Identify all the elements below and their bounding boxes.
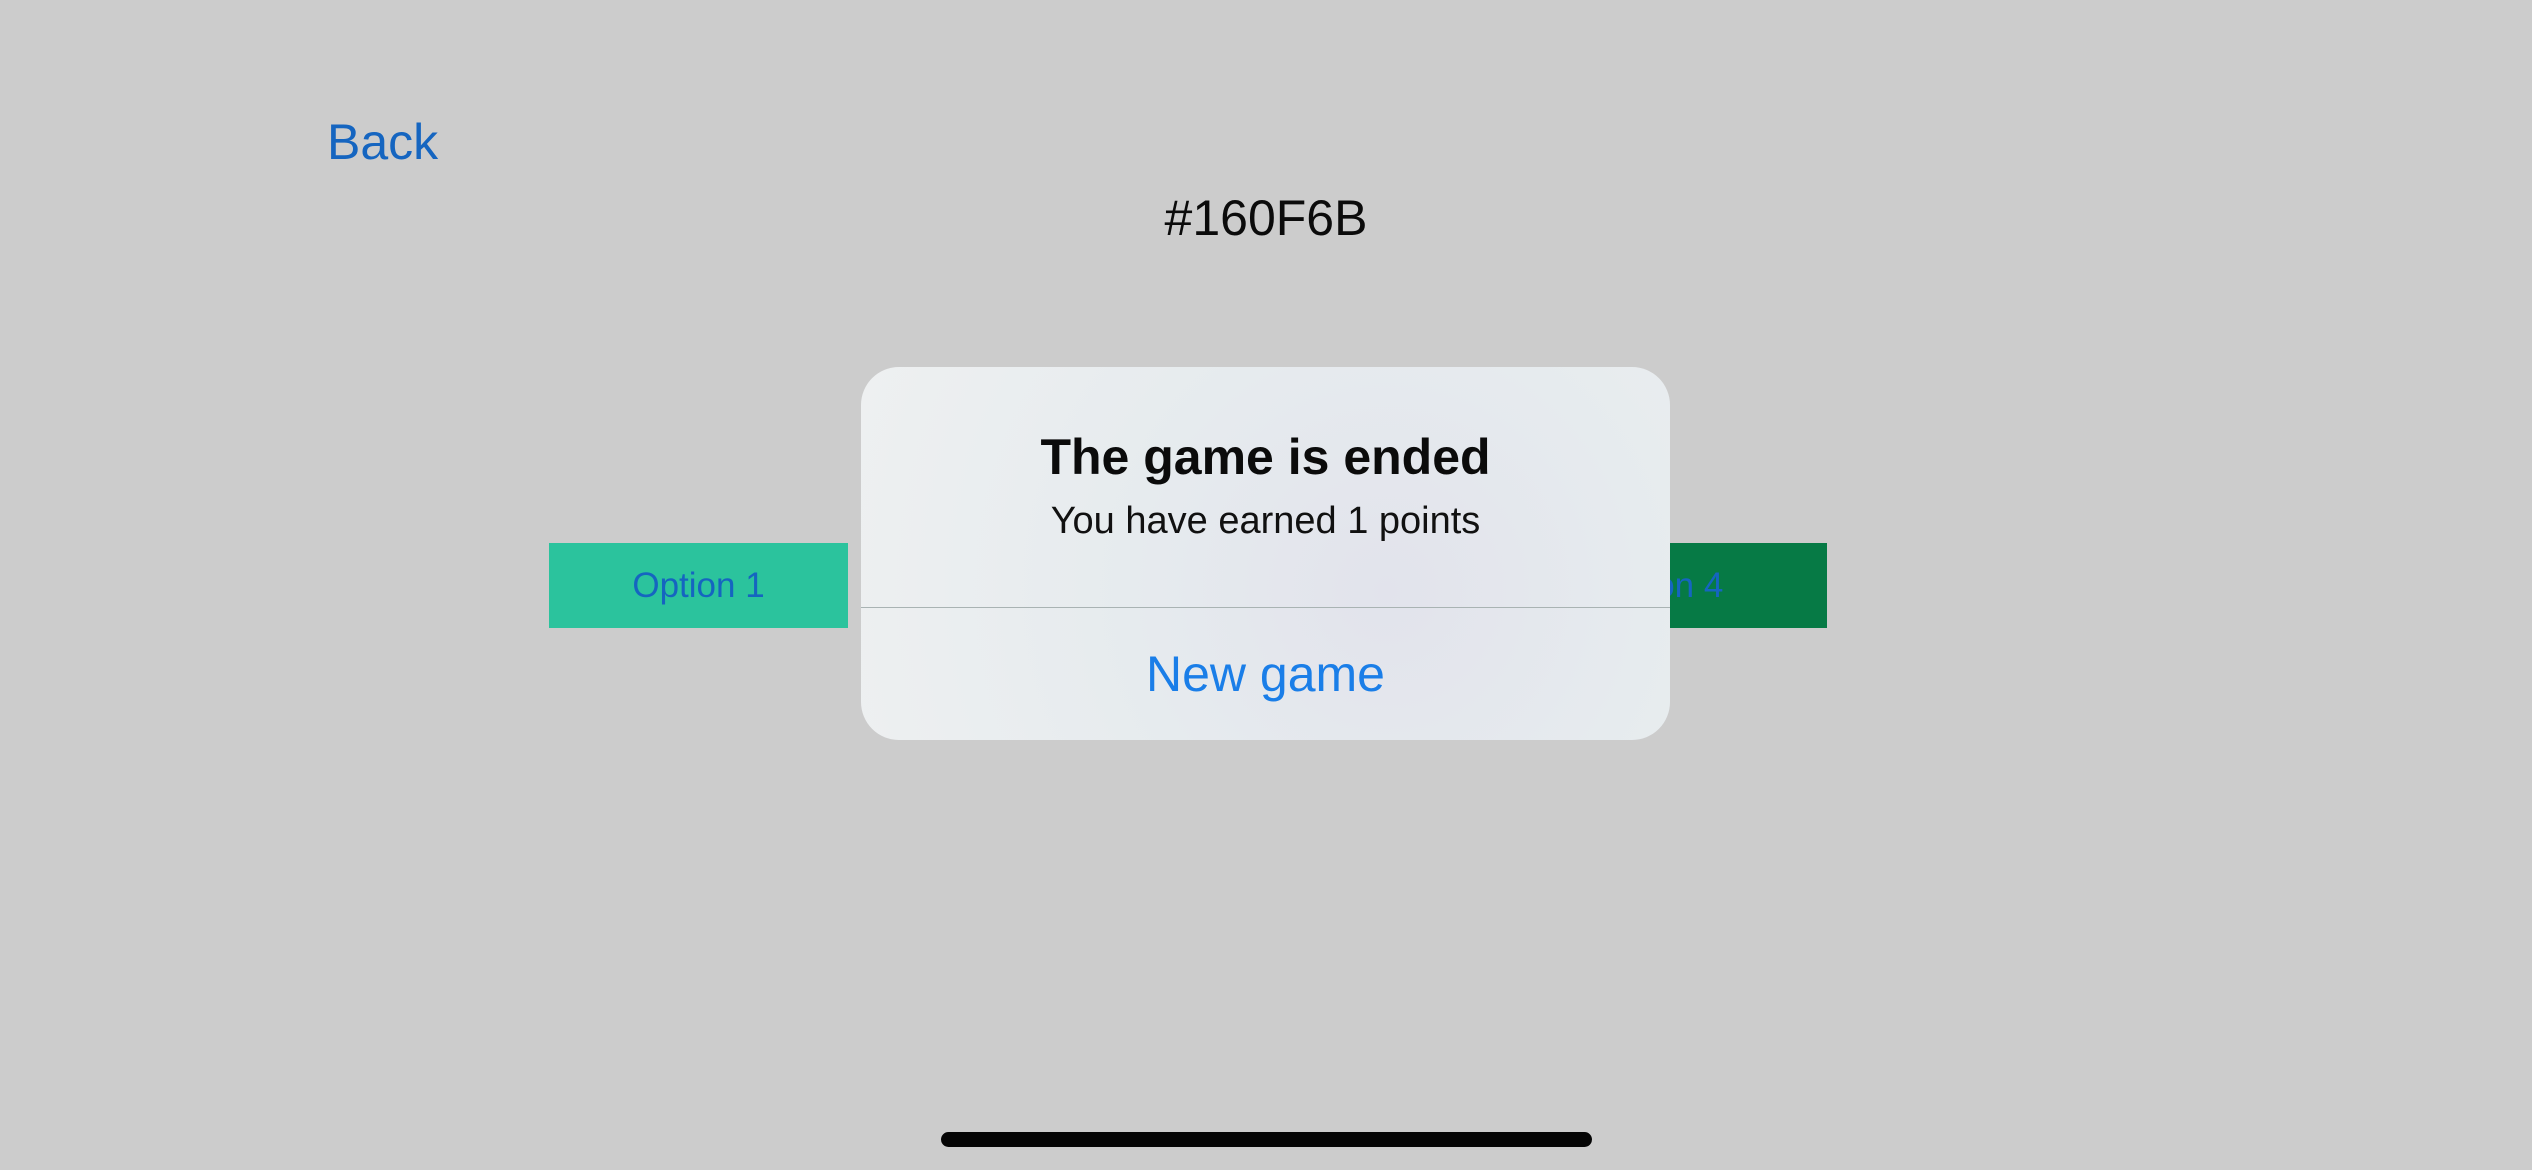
back-button[interactable]: Back bbox=[327, 112, 438, 172]
alert-title: The game is ended bbox=[1040, 429, 1491, 485]
option-1-label: Option 1 bbox=[632, 565, 765, 605]
home-indicator[interactable] bbox=[941, 1132, 1592, 1147]
new-game-button[interactable]: New game bbox=[861, 608, 1670, 740]
option-1-button[interactable]: Option 1 bbox=[549, 543, 848, 628]
alert-message: You have earned 1 points bbox=[1050, 500, 1481, 542]
color-code-label: #160F6B bbox=[1164, 190, 1368, 246]
game-over-alert: The game is ended You have earned 1 poin… bbox=[861, 367, 1670, 740]
